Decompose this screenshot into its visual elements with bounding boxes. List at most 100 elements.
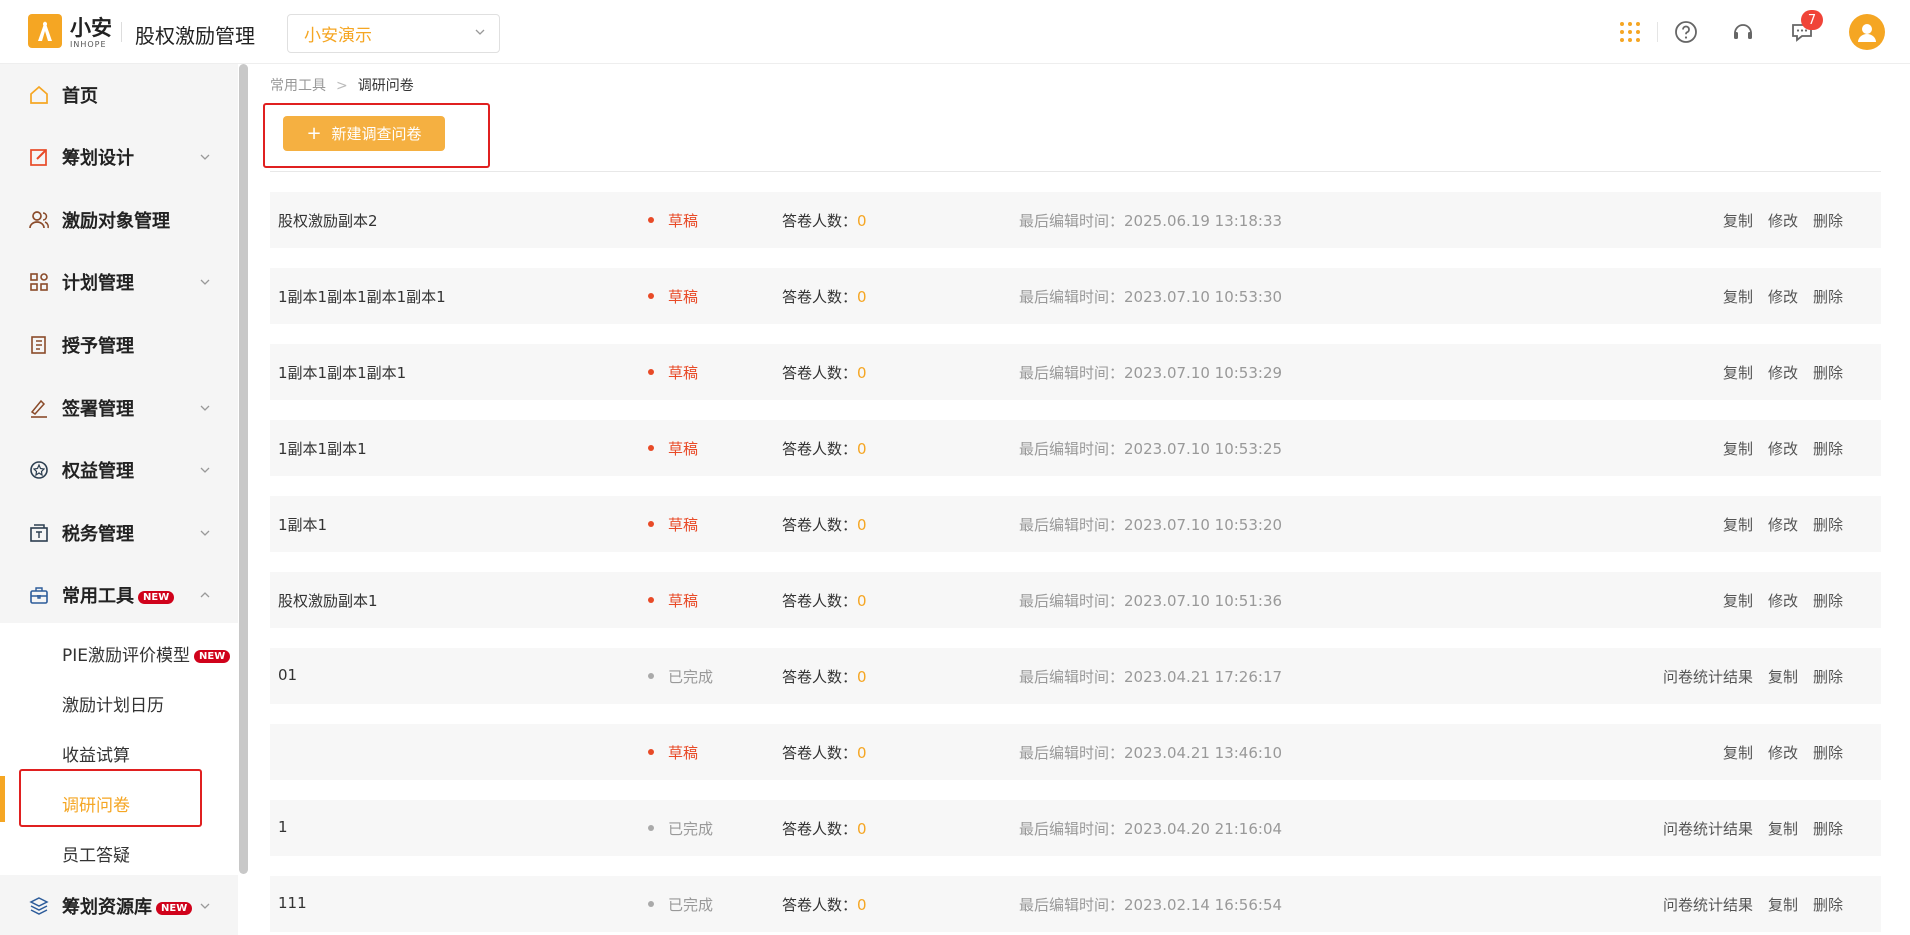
action-link-2[interactable]: 修改 xyxy=(1768,364,1798,382)
sidebar-item-label: 激励对象管理 xyxy=(62,211,170,232)
common-tools-submenu: PIE激励评价模型 NEW 激励计划日历 收益试算 调研问卷 员工答疑 xyxy=(0,623,238,875)
breadcrumb-parent[interactable]: 常用工具 xyxy=(270,78,326,94)
survey-name[interactable]: 1副本1副本1副本1 xyxy=(278,362,406,383)
action-link-3[interactable]: 删除 xyxy=(1813,668,1843,686)
action-link-1[interactable]: 复制 xyxy=(1723,212,1753,230)
survey-name[interactable]: 股权激励副本1 xyxy=(278,590,378,611)
sidebar-item-plan-management[interactable]: 计划管理 xyxy=(0,251,238,313)
new-tag: NEW xyxy=(156,901,193,915)
table-row: 111 已完成 答卷人数：0 最后编辑时间：2023.02.14 16:56:54 问卷… xyxy=(270,876,1881,932)
logo-text: 小安 xyxy=(70,16,112,40)
survey-name[interactable]: 股权激励副本2 xyxy=(278,210,378,231)
sidebar-item-grant-management[interactable]: 授予管理 xyxy=(0,314,238,376)
action-link-2[interactable]: 复制 xyxy=(1768,668,1798,686)
action-link-3[interactable]: 删除 xyxy=(1813,364,1843,382)
divider xyxy=(270,171,1881,172)
status-dot-icon xyxy=(648,217,654,223)
submenu-item-pie-model[interactable]: PIE激励评价模型 NEW xyxy=(62,641,231,666)
sidebar-scrollbar[interactable] xyxy=(239,64,248,874)
action-link-3[interactable]: 删除 xyxy=(1813,288,1843,306)
table-row: 1副本1副本1 草稿 答卷人数：0 最后编辑时间：2023.07.10 10:53:2… xyxy=(270,420,1881,476)
respondent-count: 答卷人数：0 xyxy=(782,592,867,610)
action-link-1[interactable]: 复制 xyxy=(1723,288,1753,306)
users-icon xyxy=(28,209,50,231)
action-link-1[interactable]: 复制 xyxy=(1723,364,1753,382)
respondent-count: 答卷人数：0 xyxy=(782,288,867,306)
chevron-down-icon xyxy=(475,29,485,35)
last-edit-time: 最后编辑时间：2023.04.20 21:16:04 xyxy=(1019,820,1283,838)
action-link-1[interactable]: 复制 xyxy=(1723,516,1753,534)
survey-name[interactable]: 1副本1副本1 xyxy=(278,438,367,459)
tenant-select-value: 小安演示 xyxy=(304,26,372,46)
sidebar-item-equity-management[interactable]: 权益管理 xyxy=(0,439,238,501)
help-icon[interactable] xyxy=(1671,17,1701,47)
action-link-1[interactable]: 问卷统计结果 xyxy=(1663,820,1753,838)
sidebar-item-signing-management[interactable]: 签署管理 xyxy=(0,377,238,439)
sidebar-item-resource-library[interactable]: 筹划资源库 NEW xyxy=(0,875,238,935)
action-link-2[interactable]: 修改 xyxy=(1768,440,1798,458)
action-link-1[interactable]: 复制 xyxy=(1723,440,1753,458)
row-actions: 复制 修改 删除 xyxy=(1708,362,1843,383)
sidebar-item-label: 筹划资源库 NEW xyxy=(62,893,193,919)
last-edit-time: 最后编辑时间：2023.07.10 10:53:20 xyxy=(1019,516,1283,534)
action-link-3[interactable]: 删除 xyxy=(1813,820,1843,838)
sidebar-item-planning-design[interactable]: 筹划设计 xyxy=(0,126,238,188)
submenu-item-plan-calendar[interactable]: 激励计划日历 xyxy=(62,691,164,716)
action-link-2[interactable]: 修改 xyxy=(1768,516,1798,534)
sidebar-item-label: 授予管理 xyxy=(62,336,134,357)
status-dot-icon xyxy=(648,445,654,451)
table-row: 1 已完成 答卷人数：0 最后编辑时间：2023.04.20 21:16:04 问卷统计… xyxy=(270,800,1881,856)
action-link-2[interactable]: 修改 xyxy=(1768,212,1798,230)
action-link-2[interactable]: 复制 xyxy=(1768,820,1798,838)
submenu-item-income-calc[interactable]: 收益试算 xyxy=(62,741,130,766)
action-link-3[interactable]: 删除 xyxy=(1813,440,1843,458)
action-link-1[interactable]: 问卷统计结果 xyxy=(1663,668,1753,686)
sidebar-item-home[interactable]: 首页 xyxy=(0,64,238,126)
action-link-3[interactable]: 删除 xyxy=(1813,896,1843,914)
survey-name[interactable]: 1 xyxy=(278,818,288,836)
notification-badge: 7 xyxy=(1801,10,1823,30)
sidebar-item-incentive-targets[interactable]: 激励对象管理 xyxy=(0,189,238,251)
avatar[interactable] xyxy=(1849,14,1885,50)
action-link-3[interactable]: 删除 xyxy=(1813,592,1843,610)
action-link-2[interactable]: 修改 xyxy=(1768,592,1798,610)
sidebar-item-label: 签署管理 xyxy=(62,399,134,420)
tenant-select[interactable]: 小安演示 xyxy=(287,14,500,53)
status-badge: 草稿 xyxy=(668,744,699,762)
breadcrumb: 常用工具 > 调研问卷 xyxy=(270,75,414,95)
row-actions: 复制 修改 删除 xyxy=(1708,742,1843,763)
action-link-2[interactable]: 复制 xyxy=(1768,896,1798,914)
chevron-down-icon xyxy=(200,154,210,160)
action-link-1[interactable]: 问卷统计结果 xyxy=(1663,896,1753,914)
status-badge: 草稿 xyxy=(668,364,699,382)
sidebar-item-tax-management[interactable]: 税务管理 xyxy=(0,502,238,564)
survey-name[interactable]: 1副本1 xyxy=(278,514,327,535)
survey-name[interactable]: 1副本1副本1副本1副本1 xyxy=(278,286,446,307)
logo-icon[interactable] xyxy=(28,14,62,48)
sidebar-item-common-tools[interactable]: 常用工具 NEW xyxy=(0,564,238,626)
respondent-count: 答卷人数：0 xyxy=(782,820,867,838)
status-badge: 草稿 xyxy=(668,592,699,610)
action-link-3[interactable]: 删除 xyxy=(1813,744,1843,762)
respondent-count: 答卷人数：0 xyxy=(782,516,867,534)
status-dot-icon xyxy=(648,597,654,603)
action-link-1[interactable]: 复制 xyxy=(1723,744,1753,762)
action-link-1[interactable]: 复制 xyxy=(1723,592,1753,610)
status-dot-icon xyxy=(648,825,654,831)
customer-service-icon[interactable] xyxy=(1728,17,1758,47)
action-link-3[interactable]: 删除 xyxy=(1813,516,1843,534)
breadcrumb-current: 调研问卷 xyxy=(357,78,414,94)
submenu-item-employee-qa[interactable]: 员工答疑 xyxy=(62,841,130,866)
action-link-2[interactable]: 修改 xyxy=(1768,744,1798,762)
highlight-box xyxy=(19,769,202,827)
survey-name[interactable]: 111 xyxy=(278,894,307,912)
row-actions: 复制 修改 删除 xyxy=(1708,514,1843,535)
survey-name[interactable]: 01 xyxy=(278,666,297,684)
status-badge: 草稿 xyxy=(668,440,699,458)
table-row: 1副本1副本1副本1副本1 草稿 答卷人数：0 最后编辑时间：2023.07.10 1… xyxy=(270,268,1881,324)
sidebar-item-label: 税务管理 xyxy=(62,524,134,545)
action-link-3[interactable]: 删除 xyxy=(1813,212,1843,230)
apps-grid-icon[interactable] xyxy=(1615,17,1645,47)
sidebar-item-label: 计划管理 xyxy=(62,273,134,294)
action-link-2[interactable]: 修改 xyxy=(1768,288,1798,306)
